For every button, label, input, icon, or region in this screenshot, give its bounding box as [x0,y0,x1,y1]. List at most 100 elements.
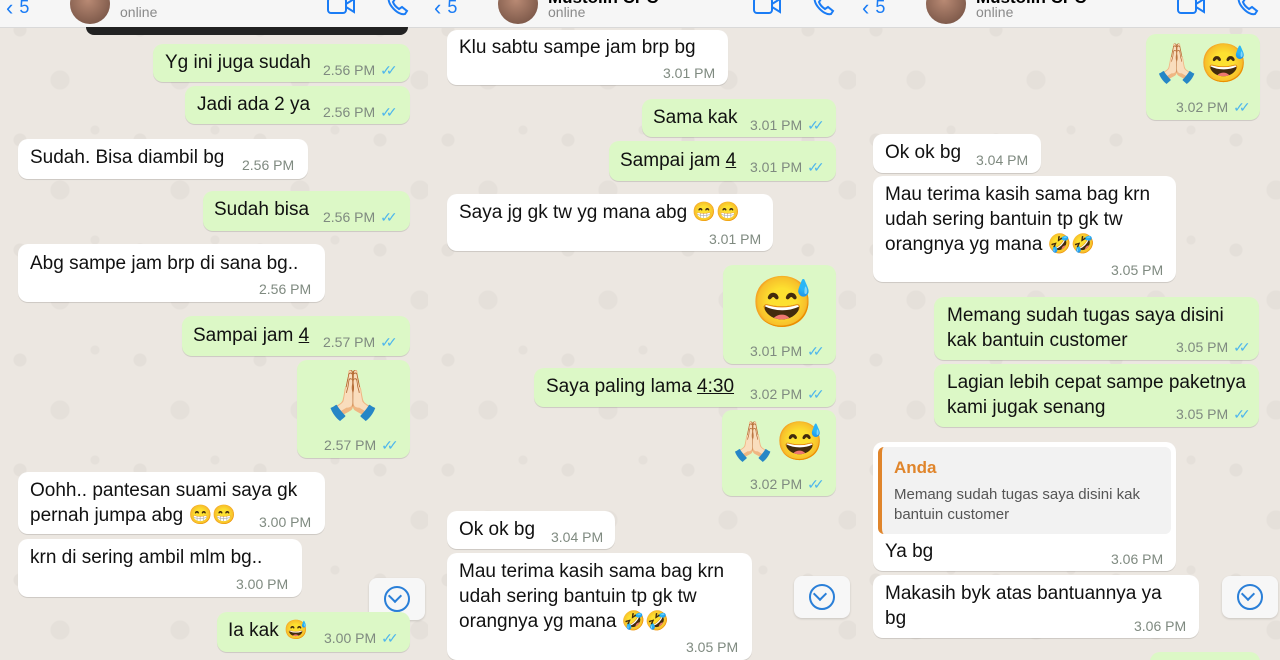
message-text-line-2: udah sering bantuin tp gk tw [885,209,1123,230]
message-time: 3.06 PM [1111,551,1164,567]
reply-author: Anda [894,458,937,477]
video-call-icon[interactable] [1176,0,1206,18]
message-bubble-outgoing[interactable]: Memang sudah tugas saya disini kak bantu… [934,297,1259,360]
double-check-icon: ✓✓ [381,437,399,453]
message-time: 3.04 PM [551,529,604,545]
phone-icon[interactable] [810,0,840,18]
message-bubble-incoming[interactable]: Abg sampe jam brp di sana bg.. 2.56 PM [18,244,325,302]
message-text-line-3: orangnya yg mana 🤣🤣 [459,611,669,632]
message-text-line-2: udah sering bantuin tp gk tw [459,586,697,607]
back-button[interactable]: ‹ 5 [862,0,885,21]
message-bubble-outgoing[interactable]: Sampai jam 4 3.01 PM ✓✓ [609,141,836,181]
message-time: 3.00 PM [259,514,312,530]
message-text: Sampai jam 4 [193,325,310,346]
avatar[interactable] [926,0,966,24]
back-button[interactable]: ‹ 5 [6,0,29,21]
message-text: Ok ok bg [885,142,962,163]
message-bubble-outgoing[interactable]: Lagian lebih cepat sampe paketnya kami j… [934,364,1259,427]
message-time: 3.01 PM ✓✓ [750,159,825,175]
message-bubble-outgoing[interactable]: Ia kak 😅 3.00 PM ✓✓ [217,612,410,652]
message-bubble-incoming-reply[interactable]: Anda Memang sudah tugas saya disini kak … [873,442,1176,571]
avatar[interactable] [70,0,110,24]
chat-header: ‹5 Mustolih CPC online [428,0,856,28]
detected-time-link[interactable]: 4 [299,325,310,346]
chat-header: ‹5 Mustolih CPC online [856,0,1280,28]
message-time: 3.05 PM ✓✓ [1176,339,1251,355]
message-text: Abg sampe jam brp di sana bg.. [30,253,299,274]
message-text-line-2: pernah jumpa abg 😁😁 [30,505,236,526]
message-text-line-1: Mau terima kasih sama bag krn [885,184,1151,205]
message-time: 3.02 PM ✓✓ [1176,99,1251,115]
double-check-icon: ✓✓ [380,209,398,225]
chat-panel-3: ‹5 Mustolih CPC online 🙏🏻😅 3.02 PM✓✓ Ok … [856,0,1280,660]
scroll-down-button[interactable] [794,576,850,618]
message-bubble-incoming[interactable]: Makasih byk atas bantuannya ya bg 3.06 P… [873,575,1199,638]
message-bubble-outgoing[interactable]: Sudah bisa 2.56 PM ✓✓ [203,191,410,231]
avatar[interactable] [498,0,538,24]
unread-count: 5 [19,0,30,17]
message-bubble-outgoing[interactable]: Jadi ada 2 ya 2.56 PM ✓✓ [185,86,410,124]
chevron-left-icon: ‹ [434,0,442,20]
chevron-left-icon: ‹ [862,0,870,20]
message-text: Ok ok bg [459,519,536,540]
message-text: Ia kak 😅 [228,620,308,641]
message-bubble-incoming[interactable]: Mau terima kasih sama bag krn udah serin… [447,553,752,660]
phone-icon[interactable] [1234,0,1264,18]
message-bubble-outgoing[interactable]: Yg ini juga sudah 2.56 PM ✓✓ [153,44,410,82]
message-time: 2.56 PM [259,281,312,297]
rofl-emoji: 🤣🤣 [621,611,669,632]
contact-status: online [120,4,158,20]
message-text-line-2: kak bantuin customer [947,330,1128,351]
message-bubble-outgoing[interactable] [1150,652,1260,660]
detected-time-link[interactable]: 4:30 [697,376,734,397]
message-bubble-incoming[interactable]: Ok ok bg 3.04 PM [447,511,615,549]
emoji-message-outgoing[interactable]: 🙏🏻😅 3.02 PM ✓✓ [722,410,836,496]
scroll-down-button[interactable] [1222,576,1278,618]
emoji-message-outgoing[interactable]: 🙏🏻 2.57 PM ✓✓ [297,360,410,458]
image-message-photo[interactable] [86,27,408,35]
double-check-icon: ✓✓ [807,386,825,402]
double-check-icon: ✓✓ [807,159,825,175]
folded-hands-sweat-smile-emoji: 🙏🏻😅 [729,421,824,463]
message-bubble-incoming[interactable]: Ok ok bg 3.04 PM [873,134,1041,173]
emoji-message-outgoing[interactable]: 🙏🏻😅 3.02 PM ✓✓ [1146,34,1260,120]
phone-icon[interactable] [384,0,414,18]
double-check-icon: ✓✓ [1233,99,1251,115]
message-bubble-outgoing[interactable]: Saya paling lama 4:30 3.02 PM ✓✓ [534,368,836,407]
message-bubble-outgoing[interactable]: Sampai jam 4 2.57 PM ✓✓ [182,316,410,356]
quoted-reply[interactable]: Anda Memang sudah tugas saya disini kak … [878,447,1171,534]
contact-status: online [548,4,586,20]
double-check-icon: ✓✓ [807,117,825,133]
message-text-line-2: kami jugak senang [947,397,1106,418]
rofl-emoji: 🤣🤣 [1047,234,1095,255]
message-text: krn di sering ambil mlm bg.. [30,547,263,568]
message-time: 2.56 PM ✓✓ [323,62,398,78]
message-text-line-1: Lagian lebih cepat sampe paketnya [947,372,1246,393]
emoji-message-outgoing[interactable]: 😅 3.01 PM ✓✓ [723,265,836,364]
chat-panel-2: ‹5 Mustolih CPC online Klu sabtu sampe j… [428,0,856,660]
message-time: 3.06 PM [1134,618,1187,634]
message-text-line-2: bg [885,608,907,629]
double-check-icon: ✓✓ [1233,406,1251,422]
video-call-icon[interactable] [326,0,356,18]
message-time: 3.05 PM ✓✓ [1176,406,1251,422]
back-button[interactable]: ‹ 5 [434,0,457,21]
message-bubble-incoming[interactable]: krn di sering ambil mlm bg.. 3.00 PM [18,539,302,597]
message-time: 3.02 PM ✓✓ [750,476,825,492]
video-call-icon[interactable] [752,0,782,18]
message-text-line-1: Oohh.. pantesan suami saya gk [30,480,298,501]
message-bubble-outgoing[interactable]: Sama kak 3.01 PM ✓✓ [642,99,836,137]
detected-time-link[interactable]: 4 [726,150,737,171]
message-time: 3.05 PM [686,639,739,655]
message-time: 2.57 PM ✓✓ [324,437,399,453]
message-text: Sudah bisa [214,199,310,220]
message-bubble-incoming[interactable]: Sudah. Bisa diambil bg 2.56 PM [18,139,308,179]
message-bubble-incoming[interactable]: Klu sabtu sampe jam brp bg 3.01 PM [447,30,728,85]
screenshot-collage: ‹ 5 online Yg ini juga sudah 2.56 PM ✓✓ Ja… [0,0,1280,660]
message-bubble-incoming[interactable]: Saya jg gk tw yg mana abg 😁😁 3.01 PM [447,194,773,251]
message-text: Yg ini juga sudah [165,52,311,73]
message-bubble-incoming[interactable]: Oohh.. pantesan suami saya gk pernah jum… [18,472,325,534]
message-bubble-incoming[interactable]: Mau terima kasih sama bag krn udah serin… [873,176,1176,282]
chat-panel-1: ‹ 5 online Yg ini juga sudah 2.56 PM ✓✓ Ja… [0,0,428,660]
double-check-icon: ✓✓ [1233,339,1251,355]
